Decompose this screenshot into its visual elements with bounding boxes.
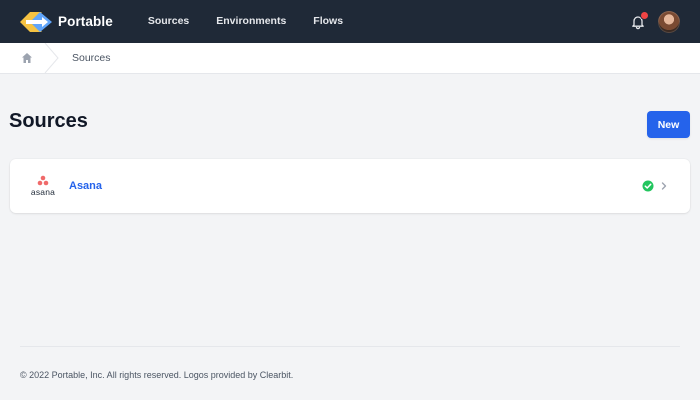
footer-copyright: © 2022 Portable, Inc. All rights reserve… <box>20 370 294 380</box>
brand[interactable]: Portable <box>20 11 113 32</box>
user-area <box>630 0 680 43</box>
breadcrumb-home[interactable] <box>20 51 34 65</box>
main-nav: Sources Environments Flows <box>148 0 370 43</box>
brand-name: Portable <box>58 14 113 29</box>
asana-dots-icon <box>37 175 49 186</box>
source-name[interactable]: Asana <box>69 159 102 213</box>
new-source-button[interactable]: New <box>647 111 690 138</box>
nav-flows[interactable]: Flows <box>313 0 343 43</box>
portable-logo-icon <box>20 11 52 32</box>
asana-logo-text: asana <box>30 187 56 197</box>
nav-environments[interactable]: Environments <box>216 0 286 43</box>
footer-divider <box>20 346 680 347</box>
page-title: Sources <box>9 110 88 132</box>
asana-logo: asana <box>28 175 58 197</box>
breadcrumb-current: Sources <box>72 52 111 64</box>
chevron-right-icon[interactable] <box>658 180 670 192</box>
breadcrumb-separator <box>44 43 59 73</box>
check-circle-icon <box>642 180 654 192</box>
notification-badge <box>640 10 649 20</box>
top-nav-bar: Portable Sources Environments Flows <box>0 0 700 43</box>
home-icon <box>22 53 32 63</box>
breadcrumb: Sources <box>0 43 700 74</box>
source-row-asana[interactable]: asana Asana <box>10 159 690 213</box>
user-avatar[interactable] <box>658 10 680 33</box>
nav-sources[interactable]: Sources <box>148 0 189 43</box>
notifications-button[interactable] <box>630 10 649 30</box>
